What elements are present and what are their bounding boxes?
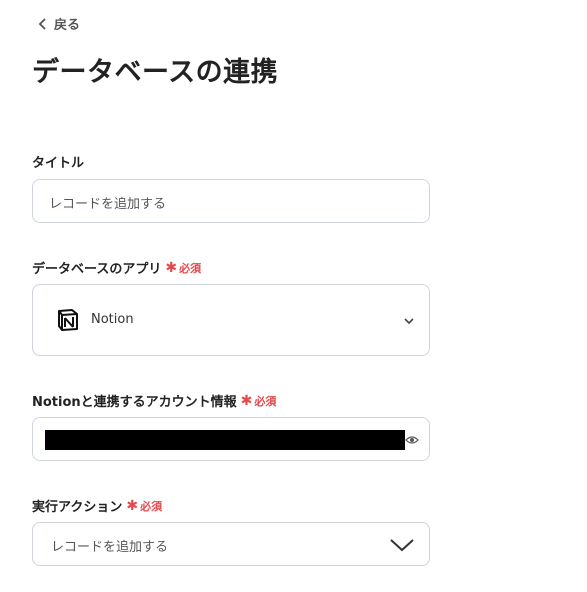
required-badge: ✱ 必須 <box>126 497 163 514</box>
chevron-down-icon <box>390 539 414 552</box>
database-app-label: データベースのアプリ ✱ 必須 <box>32 258 202 278</box>
database-app-label-text: データベースのアプリ <box>32 262 162 277</box>
back-link[interactable]: 戻る <box>38 14 80 33</box>
chevron-left-icon <box>38 17 46 30</box>
account-select[interactable] <box>32 417 430 461</box>
title-label: タイトル <box>32 152 84 171</box>
redacted-account-value <box>45 430 405 450</box>
account-label: Notionと連携するアカウント情報 ✱ 必須 <box>32 391 277 411</box>
database-app-value: Notion <box>91 312 134 327</box>
required-badge: ✱ 必須 <box>165 259 202 276</box>
notion-icon <box>58 309 78 331</box>
title-label-text: タイトル <box>32 156 85 171</box>
chevron-down-icon <box>404 318 414 325</box>
action-label: 実行アクション ✱ 必須 <box>32 496 163 516</box>
title-input[interactable]: レコードを追加する <box>32 179 430 223</box>
back-label: 戻る <box>54 18 81 33</box>
title-input-value: レコードを追加する <box>49 197 167 212</box>
reveal-icon[interactable] <box>405 433 419 447</box>
database-app-select[interactable]: Notion <box>32 284 430 356</box>
action-label-text: 実行アクション <box>32 500 123 515</box>
required-badge: ✱ 必須 <box>240 392 277 409</box>
page-title: データベースの連携 <box>32 57 279 88</box>
action-value: レコードを追加する <box>51 540 169 555</box>
account-label-text: Notionと連携するアカウント情報 <box>32 395 237 410</box>
action-select[interactable]: レコードを追加する <box>32 522 430 566</box>
